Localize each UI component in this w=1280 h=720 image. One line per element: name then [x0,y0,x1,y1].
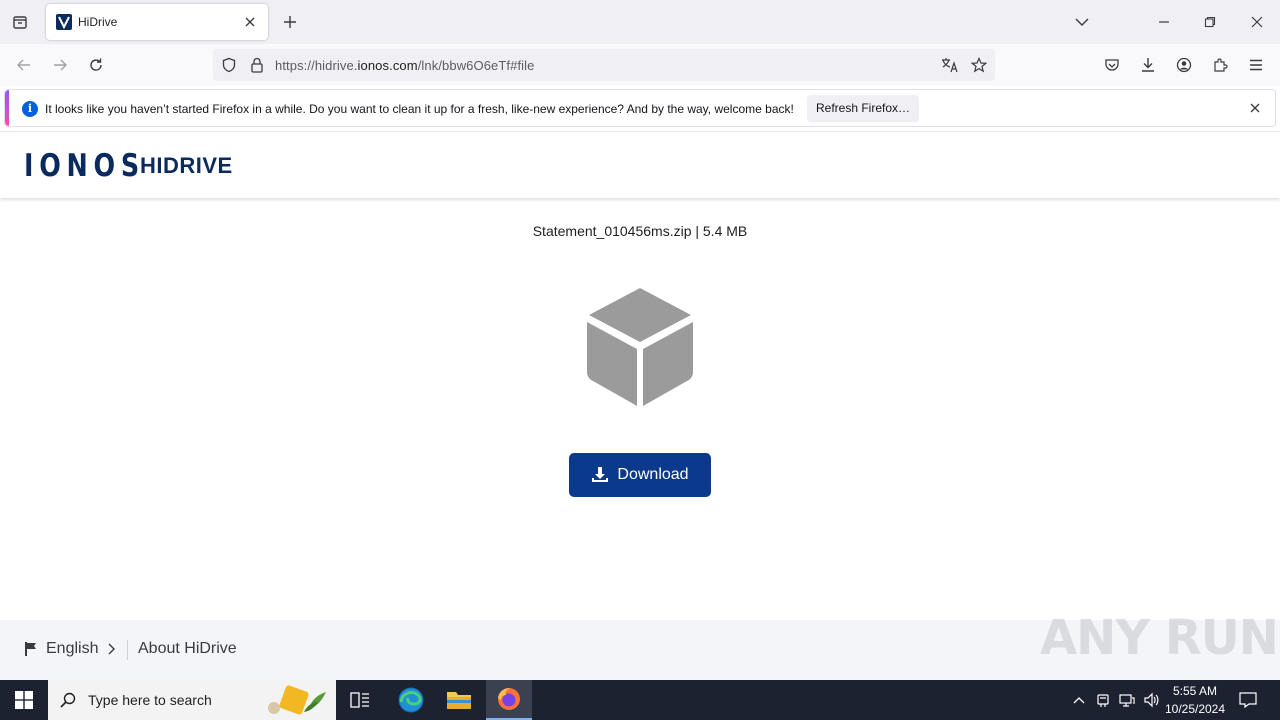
app-menu-icon[interactable] [1244,53,1268,77]
ionos-logo[interactable]: IONOS [24,148,145,184]
notification-accent-bar [5,90,9,126]
downloads-icon[interactable] [1136,53,1160,77]
about-hidrive-link[interactable]: About HiDrive [138,640,237,658]
restore-icon[interactable] [1198,10,1222,34]
notification-message: It looks like you haven’t started Firefo… [45,102,794,116]
close-notification-icon[interactable] [1247,100,1263,116]
url-bar[interactable]: https://hidrive.ionos.com/lnk/bbw6O6eTf#… [213,49,995,81]
translate-icon[interactable] [939,55,961,75]
minimize-icon[interactable] [1152,10,1176,34]
hidrive-favicon-icon [56,14,72,30]
firefox-taskbar-icon[interactable] [486,680,532,720]
edge-browser-icon[interactable] [390,680,432,720]
browser-tab-strip: HiDrive [0,0,1280,44]
download-label: Download [617,466,689,483]
forward-icon[interactable] [48,53,72,77]
pocket-icon[interactable] [1100,53,1124,77]
search-highlight-icon [264,684,330,716]
file-explorer-icon[interactable] [438,680,480,720]
browser-tab[interactable]: HiDrive [46,4,268,40]
info-icon: i [22,101,38,117]
windows-taskbar: Type here to search 5:55 AM 10/25/2024 [0,680,1280,720]
anyrun-watermark: ANY RUN [1040,610,1279,666]
account-icon[interactable] [1172,53,1196,77]
back-icon[interactable] [12,53,36,77]
download-button[interactable]: Download [569,453,711,497]
browser-navbar: https://hidrive.ionos.com/lnk/bbw6O6eTf#… [0,44,1280,86]
network-adapter-icon[interactable] [1092,680,1114,720]
language-selector[interactable]: English [24,640,116,658]
language-label: English [46,640,99,657]
site-header: IONOS HIDRIVE [0,131,1280,198]
extensions-icon[interactable] [1208,53,1232,77]
download-icon [592,467,609,482]
clock-time[interactable]: 5:55 AM [1155,684,1235,698]
zip-file-cube-icon [585,285,695,409]
url-text[interactable]: https://hidrive.ionos.com/lnk/bbw6O6eTf#… [275,58,534,73]
list-all-tabs-icon[interactable] [1070,10,1094,34]
network-icon[interactable] [1116,680,1138,720]
url-prefix: https://hidrive. [275,58,358,73]
flag-icon [25,642,36,656]
refresh-firefox-button[interactable]: Refresh Firefox… [807,95,919,122]
taskbar-search-box[interactable]: Type here to search [48,680,336,720]
tracking-protection-shield-icon[interactable] [219,55,239,75]
show-hidden-icons-chevron-icon[interactable] [1068,680,1090,720]
windows-start-icon[interactable] [0,680,48,720]
task-view-icon[interactable] [340,680,380,720]
footer-divider [127,640,128,660]
hidrive-logo-text[interactable]: HIDRIVE [140,153,233,179]
bookmark-star-icon[interactable] [968,55,990,75]
notification-center-icon[interactable] [1234,680,1262,720]
tab-overview-icon[interactable] [8,10,32,34]
close-tab-icon[interactable] [240,12,260,32]
chevron-right-icon [108,643,116,655]
refresh-firefox-notification: i It looks like you haven’t started Fire… [4,89,1276,127]
url-path: /lnk/bbw6O6eTf#file [417,58,535,73]
file-name-and-size: Statement_010456ms.zip | 5.4 MB [532,223,748,239]
search-placeholder: Type here to search [88,692,212,708]
clock-date[interactable]: 10/25/2024 [1155,702,1235,716]
search-icon [58,690,78,710]
close-window-icon[interactable] [1245,10,1269,34]
lock-icon[interactable] [247,55,267,75]
reload-icon[interactable] [84,53,108,77]
tab-title: HiDrive [78,15,118,29]
new-tab-icon[interactable] [278,10,302,34]
url-host: ionos.com [357,58,418,73]
